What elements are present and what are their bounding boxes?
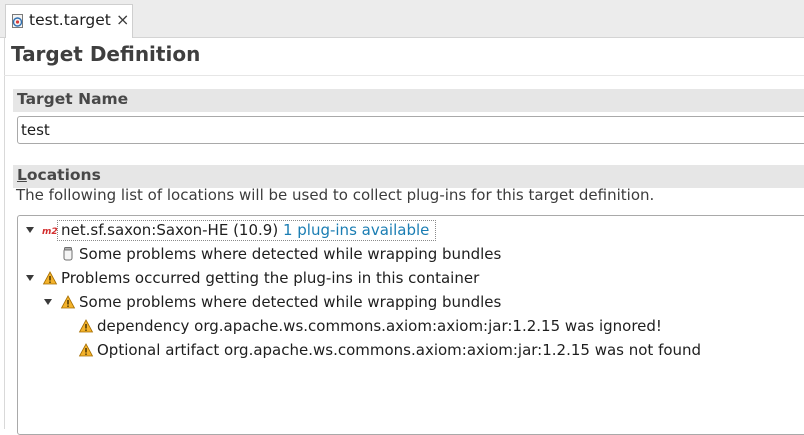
expand-arrow-icon[interactable]: [44, 299, 52, 305]
jar-icon: [63, 247, 73, 261]
locations-section-header: Locations: [13, 165, 804, 188]
expand-arrow-icon[interactable]: [26, 275, 34, 281]
close-icon[interactable]: ×: [116, 10, 129, 30]
title-separator: [4, 75, 804, 76]
tree-row-label: Optional artifact org.apache.ws.commons.…: [97, 341, 702, 359]
target-name-label: Target Name: [17, 90, 129, 108]
svg-text:m2: m2: [42, 227, 58, 237]
editor-border: [4, 38, 5, 429]
tab-test-target[interactable]: test.target ×: [5, 4, 133, 38]
target-name-input[interactable]: [17, 116, 804, 144]
plugins-available-link[interactable]: 1 plug-ins available: [283, 221, 429, 239]
tree-row-label: Problems occurred getting the plug-ins i…: [61, 269, 480, 287]
warning-icon: [42, 271, 58, 285]
expand-arrow-icon[interactable]: [26, 227, 34, 233]
locations-description: The following list of locations will be …: [16, 186, 655, 204]
editor-tab-bar: test.target ×: [0, 0, 804, 38]
warning-icon: [78, 319, 94, 333]
target-name-section-header: Target Name: [13, 89, 804, 112]
warning-icon: [78, 343, 94, 357]
tree-row-label: Some problems where detected while wrapp…: [79, 245, 502, 263]
locations-label: Locations: [17, 166, 101, 184]
target-file-icon: [12, 14, 23, 28]
tab-title: test.target: [29, 11, 111, 29]
warning-icon: [60, 295, 76, 309]
tree-row-label: dependency org.apache.ws.commons.axiom:a…: [97, 317, 662, 335]
maven-m2-icon: m2: [42, 227, 58, 237]
tree-row-label: Some problems where detected while wrapp…: [79, 293, 502, 311]
page-title: Target Definition: [11, 42, 201, 66]
tree-row-label: net.sf.saxon:Saxon-HE (10.9) 1 plug-ins …: [61, 221, 430, 239]
